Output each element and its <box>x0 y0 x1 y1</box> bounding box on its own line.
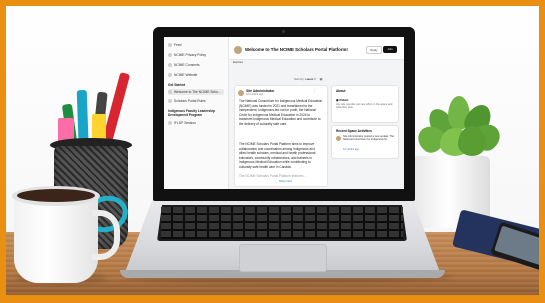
link-icon <box>168 73 172 78</box>
trackpad <box>239 244 327 272</box>
sidebar-item-privacy-policy[interactable]: NCIME Privacy Policy <box>168 52 206 58</box>
sort-label: Sort by: <box>294 77 305 81</box>
sidebar-section-program: Indigenous Faculty Leadership Developmen… <box>168 109 215 117</box>
recent-activities-panel: Recent Space Activities Site Administrat… <box>331 125 399 159</box>
sidebar-item-ifldp-session[interactable]: IFLDP Session <box>168 120 196 126</box>
about-heading: About <box>336 89 346 93</box>
post-paragraph-2: The NCIME Scholars Portal Platform aims … <box>239 142 316 169</box>
space-avatar <box>234 46 242 54</box>
show-more-link[interactable]: Show more <box>279 180 292 183</box>
chevron-down-icon: ▾ <box>314 77 316 81</box>
feed-icon <box>168 43 172 48</box>
coffee-mug <box>14 193 98 283</box>
space-icon <box>168 121 172 126</box>
recent-heading: Recent Space Activities <box>336 129 372 133</box>
reply-button[interactable]: Reply <box>366 46 382 54</box>
avatar <box>336 136 341 141</box>
about-description: Any site member can see who's in the spa… <box>336 103 393 110</box>
sidebar-section-get-started: Get Started <box>168 83 186 87</box>
visibility-label: ◉ Public <box>336 98 349 102</box>
space-header: Welcome to The NCIME Scholars Portal Pla… <box>229 37 404 64</box>
post-card: Site Administrator 10 months ago ⋮ The N… <box>234 85 328 187</box>
sidebar: Feed NCIME Privacy Policy NCIME Consents… <box>164 37 229 189</box>
sidebar-item-consents[interactable]: NCIME Consents <box>168 62 199 68</box>
document-icon <box>168 63 172 68</box>
post-time: 10 months ago <box>246 93 264 96</box>
sidebar-item-welcome[interactable]: Welcome to The NCIME Scho... <box>168 89 224 95</box>
space-icon <box>168 90 172 95</box>
post-paragraph-3: The NCIME Scholars Portal Platform featu… <box>239 174 306 178</box>
document-icon <box>168 53 172 58</box>
about-panel: About ◉ Public Any site member can see w… <box>331 85 399 123</box>
tab-explore[interactable]: Explore <box>233 60 243 64</box>
recent-activity-time: 10 months ago <box>343 148 359 151</box>
page-title: Welcome to The NCIME Scholars Portal Pla… <box>245 47 348 52</box>
join-button[interactable]: Join <box>383 46 397 53</box>
avatar <box>238 90 244 96</box>
grid-view-icon[interactable]: ▦ <box>320 77 323 81</box>
sidebar-item-feed[interactable]: Feed <box>168 42 182 48</box>
sort-control[interactable]: Sort by: Latest ▾ ▦ <box>294 77 322 81</box>
keyboard-keys <box>161 207 403 239</box>
recent-activity-text[interactable]: Site Administrator posted a new update: … <box>343 135 395 142</box>
photo-scene: Feed NCIME Privacy Policy NCIME Consents… <box>0 0 545 303</box>
sidebar-item-website[interactable]: NCIME Website <box>168 72 197 78</box>
space-icon <box>168 99 172 104</box>
laptop-screen: Feed NCIME Privacy Policy NCIME Consents… <box>164 37 404 189</box>
plant-leaf <box>458 126 486 156</box>
webcam-icon <box>282 30 285 33</box>
sort-value: Latest <box>305 77 314 81</box>
sidebar-item-rules[interactable]: Scholars Portal Rules <box>168 98 206 104</box>
more-options-icon[interactable]: ⋮ <box>313 89 316 93</box>
coffee <box>17 189 95 202</box>
post-paragraph-1: The National Consortium for Indigenous M… <box>239 99 323 126</box>
